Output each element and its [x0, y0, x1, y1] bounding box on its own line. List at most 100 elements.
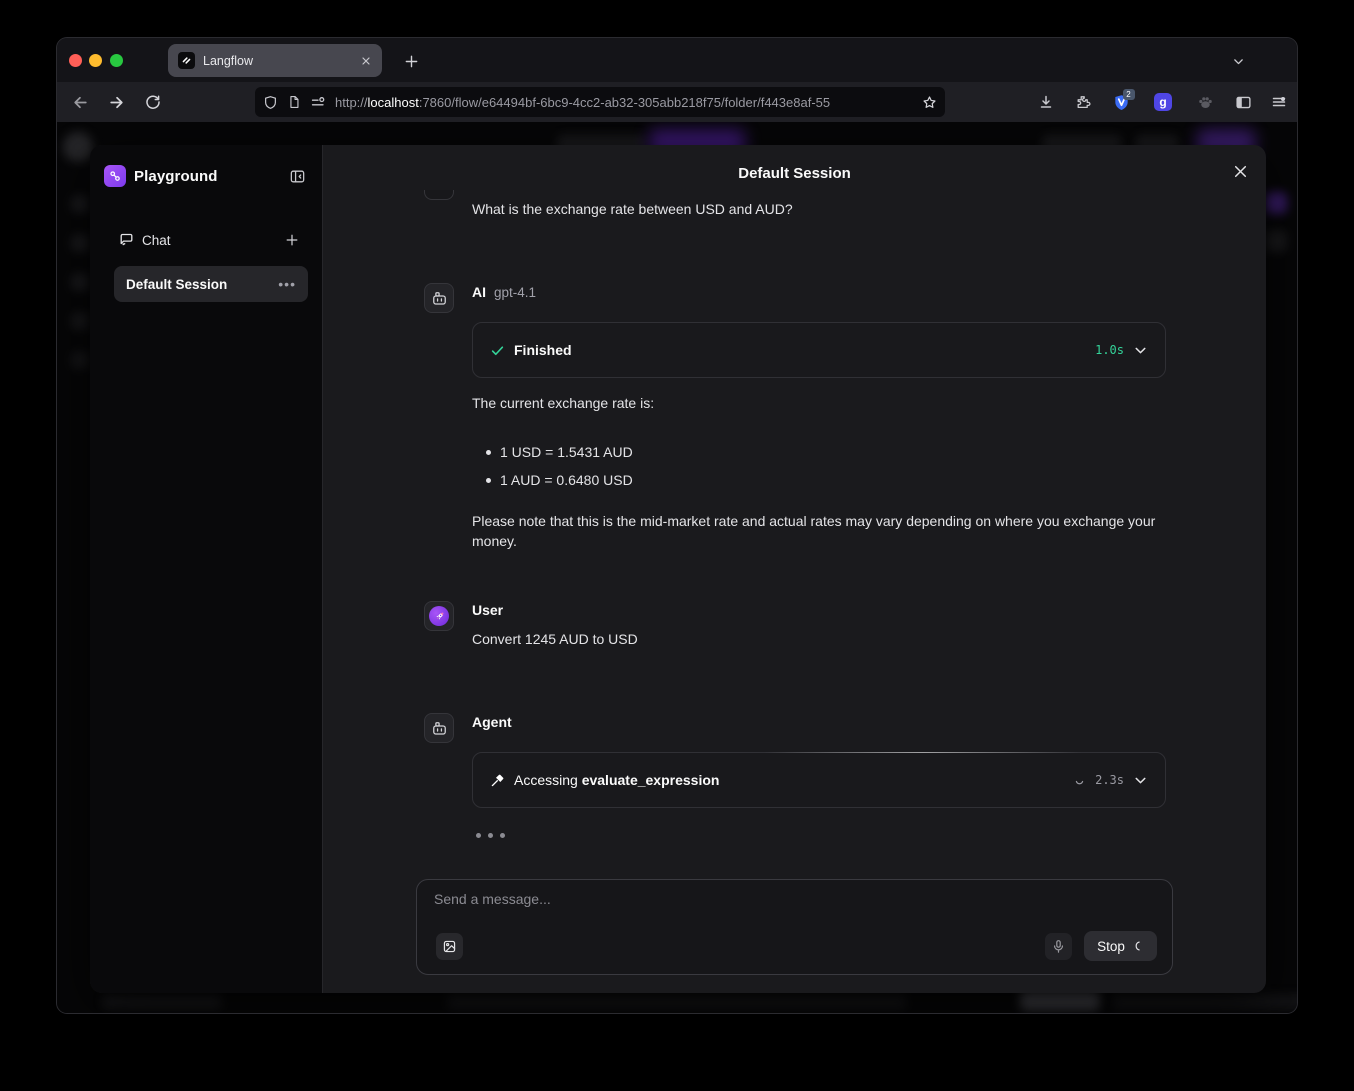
- dimmed-background-shape: [1265, 192, 1287, 214]
- extension-paw-button[interactable]: [1193, 90, 1217, 114]
- navigation-toolbar: http://localhost:7860/flow/e64494bf-6bc9…: [57, 82, 1297, 122]
- new-tab-button[interactable]: [398, 48, 424, 74]
- agent-tool-duration: 2.3s: [1095, 773, 1124, 787]
- ai-rate-item: 1 AUD = 0.6480 USD: [486, 473, 633, 488]
- loading-shimmer: [764, 752, 1082, 753]
- dimmed-background-shape: [447, 994, 907, 1009]
- ai-rate-list: 1 USD = 1.5431 AUD 1 AUD = 0.6480 USD: [486, 445, 633, 501]
- url-scheme: http://: [335, 95, 368, 110]
- dimmed-background-shape: [71, 234, 89, 252]
- tracking-protection-shield-icon[interactable]: [263, 95, 278, 110]
- dimmed-background-shape: [71, 273, 89, 291]
- ai-status-label: Finished: [514, 342, 572, 358]
- extension-badge-count: 2: [1123, 89, 1135, 100]
- playground-modal: Playground: [90, 145, 1266, 993]
- window-minimize-button[interactable]: [89, 54, 102, 67]
- ai-status-accordion[interactable]: Finished 1.0s: [472, 322, 1166, 378]
- message-input[interactable]: [434, 891, 994, 923]
- agent-tool-prefix: Accessing: [514, 772, 582, 788]
- agent-avatar: [424, 713, 454, 743]
- message-input-box: Stop: [416, 879, 1173, 975]
- langflow-logo-icon: [104, 165, 126, 187]
- ai-avatar: [424, 283, 454, 313]
- stop-spinner-icon: [1132, 940, 1144, 952]
- check-icon: [490, 343, 505, 358]
- new-chat-button[interactable]: [282, 230, 302, 250]
- ai-rate-item: 1 USD = 1.5431 AUD: [486, 445, 633, 460]
- app-menu-button[interactable]: [1267, 90, 1291, 114]
- playground-title: Playground: [134, 168, 218, 185]
- session-label: Default Session: [126, 277, 227, 292]
- user-sender-name: User: [472, 602, 503, 618]
- window-close-button[interactable]: [69, 54, 82, 67]
- downloads-button[interactable]: [1034, 90, 1058, 114]
- stop-label: Stop: [1097, 939, 1125, 954]
- tab-close-icon[interactable]: [360, 55, 372, 67]
- dimmed-background-shape: [1112, 994, 1297, 1009]
- url-path: :7860/flow/e64494bf-6bc9-4cc2-ab32-305ab…: [419, 95, 830, 110]
- ai-intro-text: The current exchange rate is:: [472, 393, 654, 413]
- tab-bar: Langflow: [57, 38, 1297, 82]
- agent-tool-name: evaluate_expression: [582, 772, 720, 788]
- dimmed-background-shape: [71, 195, 89, 213]
- dimmed-background-shape: [1265, 230, 1287, 252]
- agent-tool-label: Accessing evaluate_expression: [514, 772, 719, 788]
- tab-title: Langflow: [203, 54, 352, 68]
- forward-button[interactable]: [104, 90, 128, 114]
- url-text[interactable]: http://localhost:7860/flow/e64494bf-6bc9…: [335, 95, 913, 110]
- chat-title: Default Session: [323, 165, 1266, 182]
- previous-user-message: What is the exchange rate between USD an…: [472, 199, 793, 219]
- extension-g-button[interactable]: g: [1151, 90, 1175, 114]
- rocket-icon: [429, 606, 449, 626]
- browser-tab-langflow[interactable]: Langflow: [168, 44, 382, 77]
- typing-indicator: [476, 833, 505, 838]
- dimmed-background-shape: [71, 312, 89, 330]
- url-bar[interactable]: http://localhost:7860/flow/e64494bf-6bc9…: [255, 87, 945, 117]
- chat-section-label: Chat: [142, 233, 171, 248]
- attach-image-button[interactable]: [436, 933, 463, 960]
- user-message-text: Convert 1245 AUD to USD: [472, 629, 638, 649]
- chevron-down-icon[interactable]: [1133, 343, 1148, 358]
- sidebar-toggle-button[interactable]: [1231, 90, 1255, 114]
- stop-button[interactable]: Stop: [1084, 931, 1157, 961]
- dimmed-background-shape: [102, 994, 222, 1009]
- playground-header: Playground: [104, 164, 308, 188]
- playground-sidebar: Playground: [90, 145, 323, 993]
- user-avatar: [424, 601, 454, 631]
- avatar-partial: [424, 190, 454, 200]
- site-permissions-icon[interactable]: [310, 94, 326, 110]
- chat-panel: Default Session What is the exchange rat…: [323, 145, 1266, 993]
- ai-sender-name: AI: [472, 284, 486, 300]
- dimmed-background-shape: [71, 351, 89, 369]
- ai-model-name: gpt-4.1: [494, 285, 536, 300]
- session-item-default[interactable]: Default Session •••: [114, 266, 308, 302]
- tab-list-chevron-icon[interactable]: [1225, 48, 1251, 74]
- modal-close-button[interactable]: [1230, 161, 1250, 181]
- desktop-background: Langflow: [0, 0, 1354, 1091]
- dimmed-background-shape: [63, 132, 93, 162]
- chat-icon: [118, 232, 134, 248]
- reload-button[interactable]: [141, 90, 165, 114]
- window-zoom-button[interactable]: [110, 54, 123, 67]
- session-options-icon[interactable]: •••: [278, 279, 296, 289]
- extensions-puzzle-button[interactable]: [1071, 90, 1095, 114]
- back-button[interactable]: [68, 90, 92, 114]
- hammer-icon: [490, 773, 505, 788]
- langflow-favicon-icon: [178, 52, 195, 69]
- ai-sender-row: AI gpt-4.1: [472, 284, 536, 300]
- chevron-down-icon[interactable]: [1133, 773, 1148, 788]
- page-info-icon[interactable]: [287, 95, 301, 109]
- extension-g-label: g: [1154, 93, 1172, 111]
- bookmark-star-icon[interactable]: [922, 95, 937, 110]
- dimmed-background-shape: [1020, 990, 1100, 1010]
- chat-section-row: Chat: [118, 230, 302, 250]
- sidebar-collapse-button[interactable]: [286, 165, 308, 187]
- agent-tool-accordion[interactable]: Accessing evaluate_expression 2.3s: [472, 752, 1166, 808]
- ai-note-text: Please note that this is the mid-market …: [472, 511, 1170, 551]
- url-host: localhost: [368, 95, 419, 110]
- app-content: Playground: [57, 122, 1297, 1013]
- extension-v-shield-button[interactable]: 2: [1109, 90, 1133, 114]
- microphone-button[interactable]: [1045, 933, 1072, 960]
- menu-notification-dot: [1281, 97, 1285, 101]
- spinner-icon: [1073, 774, 1086, 787]
